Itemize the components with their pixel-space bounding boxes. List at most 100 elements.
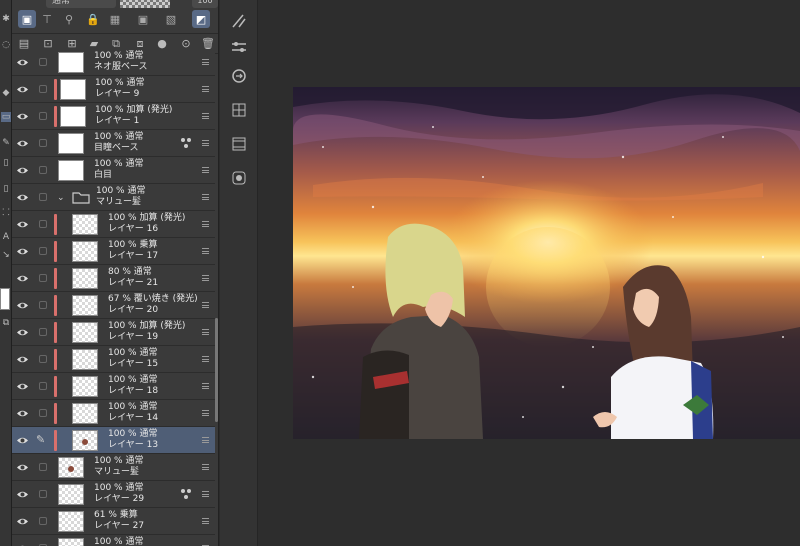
visibility-eye-icon[interactable] — [16, 192, 29, 203]
mask-icon[interactable]: ▣ — [134, 10, 152, 28]
layer-menu-icon[interactable] — [202, 248, 209, 254]
layer-lock-checkbox[interactable] — [39, 139, 47, 147]
layer-lock-checkbox[interactable] — [39, 301, 47, 309]
palette-icon[interactable]: ▧ — [162, 10, 180, 28]
blend-mode-dropdown[interactable]: 通常 — [46, 0, 116, 8]
layer-lock-checkbox[interactable] — [39, 274, 47, 282]
layer-lock-checkbox[interactable] — [39, 166, 47, 174]
lasso-icon[interactable]: ◌ — [1, 40, 11, 50]
layer-menu-icon[interactable] — [202, 140, 209, 146]
layer-menu-icon[interactable] — [202, 491, 209, 497]
blend-icon[interactable]: ⸬ — [1, 208, 11, 218]
navigator-icon[interactable] — [229, 66, 249, 86]
ref-layer-icon[interactable]: ⚲ — [60, 10, 78, 28]
layer-row[interactable]: 100 % 通常 レイヤー 18 — [12, 373, 215, 400]
visibility-eye-icon[interactable] — [16, 138, 29, 149]
layer-lock-checkbox[interactable] — [39, 490, 47, 498]
layer-row[interactable]: 100 % 通常 マリュー髪 — [12, 454, 215, 481]
layer-menu-icon[interactable] — [202, 329, 209, 335]
eraser-icon[interactable]: ▯ — [1, 184, 11, 194]
visibility-eye-icon[interactable] — [16, 273, 29, 284]
visibility-eye-icon[interactable] — [16, 516, 29, 527]
visibility-eye-icon[interactable] — [16, 111, 29, 122]
layer-row[interactable]: 100 % 通常 レイヤー 15 — [12, 346, 215, 373]
layer-menu-icon[interactable] — [202, 275, 209, 281]
layer-row[interactable]: ✎ 100 % 通常 レイヤー 13 — [12, 427, 215, 454]
layer-lock-checkbox[interactable] — [39, 193, 47, 201]
layer-row[interactable]: 80 % 通常 レイヤー 21 — [12, 265, 215, 292]
visibility-eye-icon[interactable] — [16, 408, 29, 419]
layer-menu-icon[interactable] — [202, 518, 209, 524]
animation-icon[interactable] — [229, 134, 249, 154]
layer-row[interactable]: 67 % 覆い焼き (発光) レイヤー 20 — [12, 292, 215, 319]
layer-lock-checkbox[interactable] — [39, 247, 47, 255]
visibility-eye-icon[interactable] — [16, 246, 29, 257]
swap-colors-icon[interactable]: ⧉ — [1, 318, 11, 328]
visibility-eye-icon[interactable] — [16, 219, 29, 230]
text-icon[interactable]: A — [1, 232, 11, 242]
layer-row[interactable]: 100 % 通常 — [12, 535, 215, 546]
layer-menu-icon[interactable] — [202, 194, 209, 200]
layer-menu-icon[interactable] — [202, 410, 209, 416]
layer-select-button[interactable]: ▣ — [18, 10, 36, 28]
layer-menu-icon[interactable] — [202, 437, 209, 443]
visibility-eye-icon[interactable] — [16, 381, 29, 392]
sliders-icon[interactable] — [229, 38, 249, 58]
layer-row[interactable]: 100 % 通常 白目 — [12, 157, 215, 184]
layer-lock-checkbox[interactable] — [39, 382, 47, 390]
lock-icon[interactable]: 🔒 — [84, 10, 102, 28]
opacity-dropdown[interactable]: 100 — [192, 0, 218, 8]
subview-icon[interactable] — [229, 168, 249, 188]
layer-row[interactable]: 100 % 通常 レイヤー 29 — [12, 481, 215, 508]
layer-menu-icon[interactable] — [202, 383, 209, 389]
layer-lock-checkbox[interactable] — [39, 112, 47, 120]
pen-icon[interactable]: ✎ — [1, 138, 11, 148]
layer-menu-icon[interactable] — [202, 356, 209, 362]
layer-row[interactable]: 100 % 通常 ネオ服ベース — [12, 49, 215, 76]
layer-menu-icon[interactable] — [202, 113, 209, 119]
layer-lock-checkbox[interactable] — [39, 58, 47, 66]
visibility-eye-icon[interactable] — [16, 354, 29, 365]
layer-menu-icon[interactable] — [202, 464, 209, 470]
material-icon[interactable] — [229, 100, 249, 120]
visibility-eye-icon[interactable] — [16, 165, 29, 176]
layer-row[interactable]: ⌄ 100 % 通常 マリュー髪 — [12, 184, 215, 211]
layer-color-icon[interactable]: ◩ — [192, 10, 210, 28]
layer-menu-icon[interactable] — [202, 302, 209, 308]
ruler-icon[interactable]: ⊤ — [38, 10, 56, 28]
visibility-eye-icon[interactable] — [16, 435, 29, 446]
visibility-eye-icon[interactable] — [16, 84, 29, 95]
layer-lock-checkbox[interactable] — [39, 85, 47, 93]
canvas-artwork[interactable] — [293, 87, 800, 439]
layer-tool-icon[interactable]: ▭ — [1, 112, 11, 122]
layer-lock-checkbox[interactable] — [39, 409, 47, 417]
layer-lock-checkbox[interactable] — [39, 517, 47, 525]
layer-menu-icon[interactable] — [202, 221, 209, 227]
layer-lock-checkbox[interactable] — [39, 463, 47, 471]
layer-row[interactable]: 100 % 通常 レイヤー 14 — [12, 400, 215, 427]
visibility-eye-icon[interactable] — [16, 462, 29, 473]
layer-menu-icon[interactable] — [202, 167, 209, 173]
color-swatch[interactable] — [0, 288, 10, 310]
brush-settings-icon[interactable] — [229, 11, 249, 31]
ruler-icon[interactable]: ↘ — [1, 250, 11, 260]
layer-scrollbar[interactable] — [215, 318, 218, 422]
visibility-eye-icon[interactable] — [16, 300, 29, 311]
layer-lock-checkbox[interactable] — [39, 220, 47, 228]
visibility-eye-icon[interactable] — [16, 489, 29, 500]
layer-lock-checkbox[interactable] — [39, 328, 47, 336]
brush-icon[interactable]: ▯ — [1, 158, 11, 168]
visibility-eye-icon[interactable] — [16, 57, 29, 68]
layer-row[interactable]: 100 % 通常 レイヤー 9 — [12, 76, 215, 103]
layer-row[interactable]: 100 % 乗算 レイヤー 17 — [12, 238, 215, 265]
layer-menu-icon[interactable] — [202, 86, 209, 92]
layer-row[interactable]: 61 % 乗算 レイヤー 27 — [12, 508, 215, 535]
layer-row[interactable]: 100 % 加算 (発光) レイヤー 1 — [12, 103, 215, 130]
layer-row[interactable]: 100 % 加算 (発光) レイヤー 19 — [12, 319, 215, 346]
layer-row[interactable]: 100 % 通常 目瞳ベース — [12, 130, 215, 157]
layer-menu-icon[interactable] — [202, 59, 209, 65]
canvas-area[interactable] — [258, 0, 800, 546]
layer-lock-checkbox[interactable] — [39, 355, 47, 363]
lock-transparency-icon[interactable]: ▦ — [106, 10, 124, 28]
visibility-eye-icon[interactable] — [16, 327, 29, 338]
